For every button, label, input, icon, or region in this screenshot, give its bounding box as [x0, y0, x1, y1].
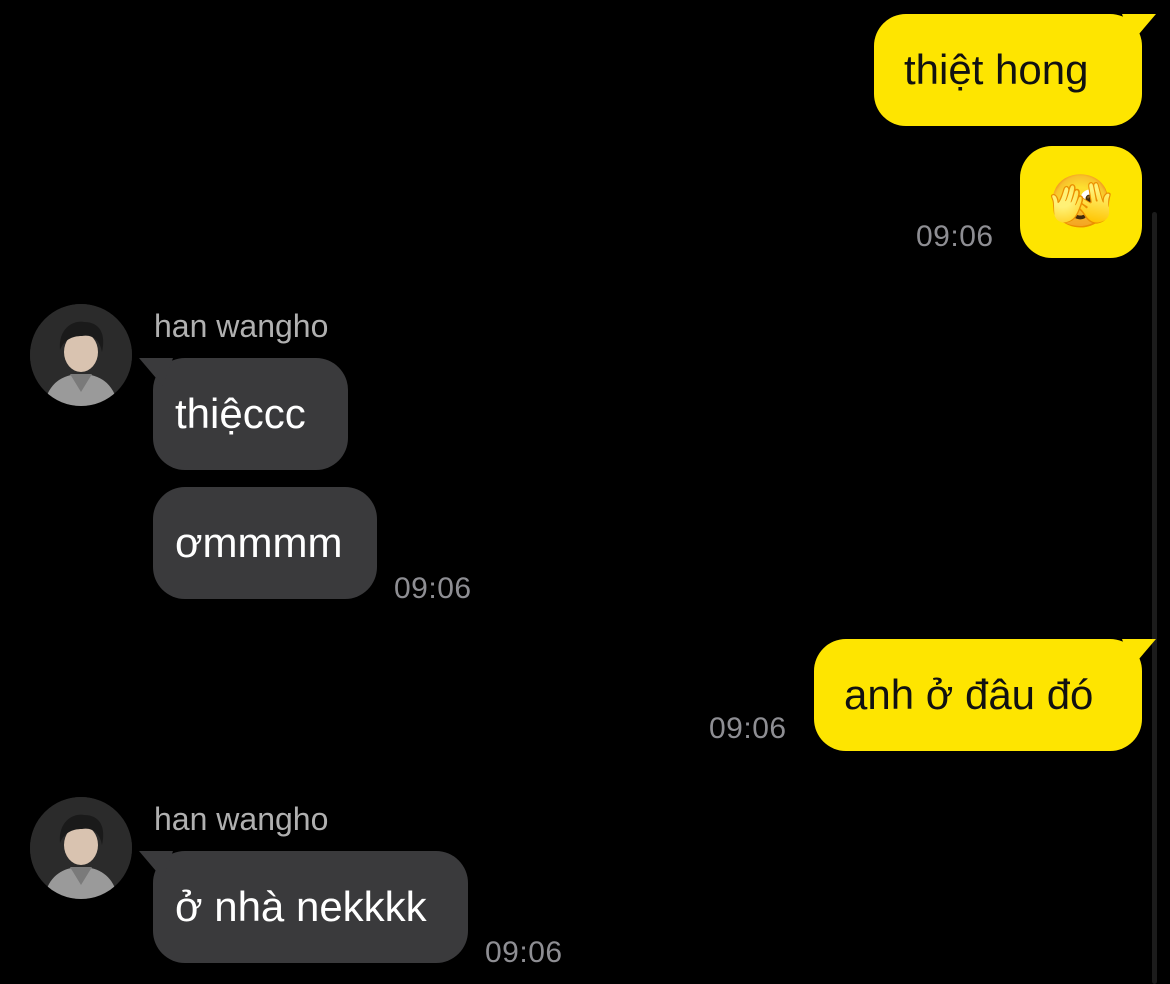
avatar[interactable]: [30, 304, 132, 406]
face-peeking-eye-emoji: 🫣: [1048, 173, 1114, 231]
incoming-message-bubble[interactable]: ở nhà nekkkk: [139, 851, 468, 963]
message-text: thiệt hong: [904, 46, 1089, 93]
outgoing-emoji-bubble[interactable]: 🫣: [1020, 146, 1142, 258]
message-timestamp: 09:06: [394, 572, 472, 605]
avatar-image: [30, 304, 132, 406]
sender-name: han wangho: [154, 308, 329, 344]
outgoing-message-bubble[interactable]: thiệt hong: [874, 14, 1156, 126]
avatar[interactable]: [30, 797, 132, 899]
avatar-image: [30, 797, 132, 899]
bubble-tail: [139, 358, 173, 386]
incoming-message-bubble[interactable]: ơmmmm: [153, 487, 377, 599]
message-timestamp: 09:06: [709, 712, 787, 745]
scrollbar[interactable]: [1152, 212, 1157, 984]
message-text: anh ở đâu đó: [844, 671, 1094, 718]
message-timestamp: 09:06: [916, 220, 994, 253]
bubble-tail: [1122, 14, 1156, 42]
sender-name: han wangho: [154, 801, 329, 837]
message-text: thiệccc: [175, 390, 306, 437]
bubble-tail: [1122, 639, 1156, 667]
incoming-message-bubble[interactable]: thiệccc: [139, 358, 348, 470]
message-timestamp: 09:06: [485, 936, 563, 969]
message-text: ơmmmm: [175, 519, 343, 566]
message-text: ở nhà nekkkk: [175, 883, 427, 930]
outgoing-message-bubble[interactable]: anh ở đâu đó: [814, 639, 1156, 751]
bubble-tail: [139, 851, 173, 879]
